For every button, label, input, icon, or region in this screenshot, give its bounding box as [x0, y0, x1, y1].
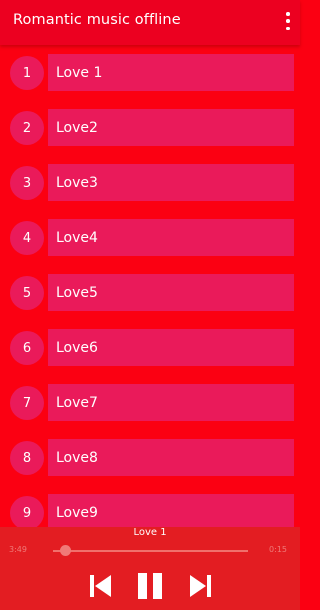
track-number: 8: [10, 441, 44, 475]
list-item[interactable]: 5 Love5: [0, 274, 300, 311]
track-title[interactable]: Love 1: [48, 54, 294, 91]
next-icon[interactable]: [190, 575, 211, 597]
seek-bar[interactable]: [53, 550, 248, 552]
track-title[interactable]: Love7: [48, 384, 294, 421]
overflow-menu-icon[interactable]: [284, 12, 292, 30]
track-number: 4: [10, 221, 44, 255]
list-item[interactable]: 7 Love7: [0, 384, 300, 421]
track-number: 9: [10, 496, 44, 527]
app-title: Romantic music offline: [13, 12, 181, 28]
track-number: 2: [10, 111, 44, 145]
track-title[interactable]: Love8: [48, 439, 294, 476]
now-playing-title: Love 1: [133, 527, 167, 538]
track-title[interactable]: Love2: [48, 109, 294, 146]
total-time: 0:15: [269, 545, 287, 554]
list-item[interactable]: 2 Love2: [0, 109, 300, 146]
app-bar: Romantic music offline: [0, 0, 300, 45]
list-item[interactable]: 1 Love 1: [0, 54, 300, 91]
pause-icon[interactable]: [138, 573, 162, 599]
elapsed-time: 3:49: [9, 545, 27, 554]
track-number: 6: [10, 331, 44, 365]
track-list[interactable]: 1 Love 1 2 Love2 3 Love3 4 Love4 5 Love5…: [0, 45, 300, 527]
list-item[interactable]: 8 Love8: [0, 439, 300, 476]
track-number: 5: [10, 276, 44, 310]
track-title[interactable]: Love5: [48, 274, 294, 311]
player-bar: Love 1 3:49 0:15: [0, 527, 300, 610]
track-title[interactable]: Love4: [48, 219, 294, 256]
list-item[interactable]: 6 Love6: [0, 329, 300, 366]
track-number: 1: [10, 56, 44, 90]
track-title[interactable]: Love6: [48, 329, 294, 366]
previous-icon[interactable]: [90, 575, 111, 597]
track-title[interactable]: Love9: [48, 494, 294, 527]
list-item[interactable]: 9 Love9: [0, 494, 300, 527]
list-item[interactable]: 4 Love4: [0, 219, 300, 256]
list-item[interactable]: 3 Love3: [0, 164, 300, 201]
seek-thumb[interactable]: [60, 545, 71, 556]
track-title[interactable]: Love3: [48, 164, 294, 201]
track-number: 7: [10, 386, 44, 420]
track-number: 3: [10, 166, 44, 200]
